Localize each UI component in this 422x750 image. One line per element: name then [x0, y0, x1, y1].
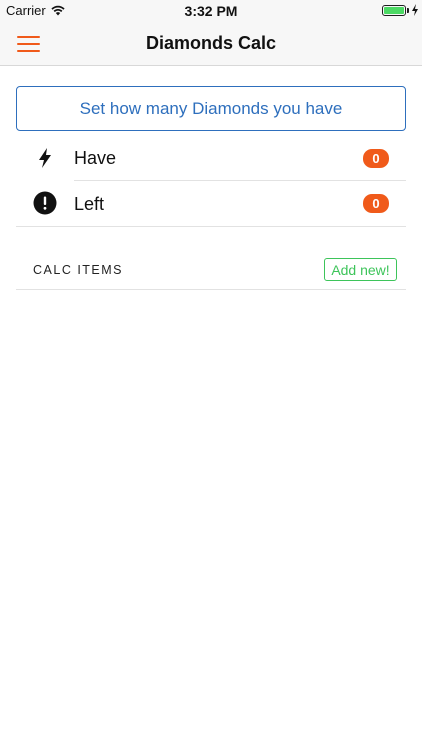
- have-label: Have: [74, 148, 117, 168]
- status-bar: Carrier 3:32 PM: [0, 0, 422, 22]
- stat-row-have: Have 0: [0, 135, 422, 180]
- section-divider: [16, 226, 406, 227]
- battery-icon: [382, 5, 406, 16]
- calc-items-divider: [16, 289, 406, 290]
- calc-items-heading: CALC ITEMS: [33, 263, 124, 277]
- left-count-badge: 0: [363, 194, 389, 213]
- page-title: Diamonds Calc: [145, 33, 277, 53]
- battery-tip: [407, 8, 409, 13]
- lightning-bolt-icon: [39, 148, 51, 168]
- charging-bolt-icon: [412, 4, 418, 16]
- clock-time: 3:32 PM: [184, 3, 238, 19]
- have-count-badge: 0: [363, 149, 389, 168]
- exclamation-circle-icon: [33, 191, 57, 215]
- navigation-bar: Diamonds Calc: [0, 22, 422, 66]
- left-label: Left: [74, 194, 105, 214]
- set-diamonds-button[interactable]: Set how many Diamonds you have: [16, 86, 406, 131]
- stat-row-left: Left 0: [0, 181, 422, 226]
- add-new-button[interactable]: Add new!: [324, 258, 397, 281]
